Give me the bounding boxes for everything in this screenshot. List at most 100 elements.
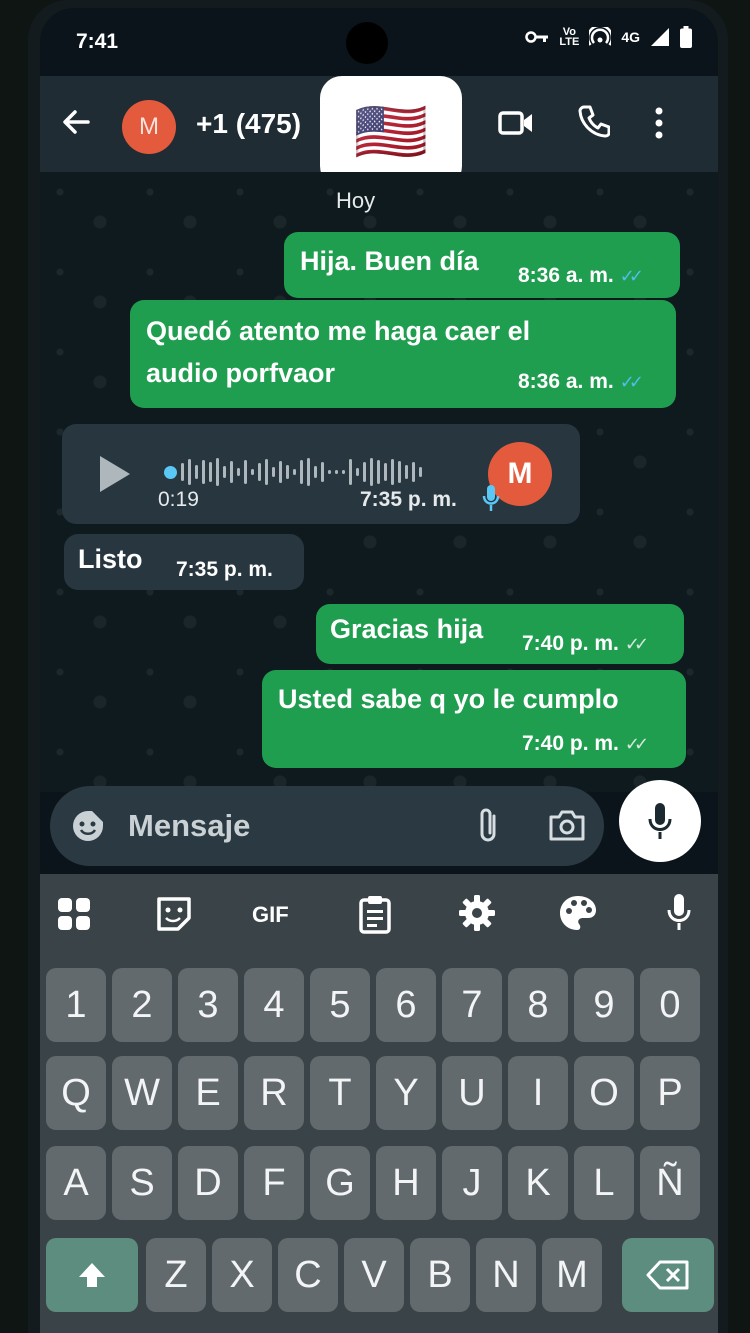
theme-palette-icon[interactable] [558,894,598,932]
voice-message-bubble[interactable]: 0:19 7:35 p. m. M [62,424,580,524]
key-3[interactable]: 3 [178,968,238,1042]
key-enye[interactable]: Ñ [640,1146,700,1220]
key-x[interactable]: X [212,1238,272,1312]
message-bubble-outgoing[interactable]: Hija. Buen día 8:36 a. m. ✓✓ [284,232,680,298]
message-meta: 7:40 p. m. ✓✓ [522,732,649,756]
key-t[interactable]: T [310,1056,370,1130]
backspace-icon [646,1260,689,1290]
key-4[interactable]: 4 [244,968,304,1042]
key-w[interactable]: W [112,1056,172,1130]
key-5[interactable]: 5 [310,968,370,1042]
signal-icon [651,28,669,46]
key-o[interactable]: O [574,1056,634,1130]
key-a[interactable]: A [46,1146,106,1220]
chat-area[interactable]: Hoy Hija. Buen día 8:36 a. m. ✓✓ Quedó a… [40,172,718,792]
key-1[interactable]: 1 [46,968,106,1042]
key-s[interactable]: S [112,1146,172,1220]
key-l[interactable]: L [574,1146,634,1220]
message-bubble-incoming[interactable]: Listo 7:35 p. m. [64,534,304,590]
key-7[interactable]: 7 [442,968,502,1042]
more-options-icon[interactable] [652,106,666,140]
key-e[interactable]: E [178,1056,238,1130]
hotspot-icon [589,27,612,46]
read-ticks-icon: ✓✓ [619,265,644,286]
key-p[interactable]: P [640,1056,700,1130]
message-composer: Mensaje [50,786,604,866]
camera-icon[interactable] [548,808,586,842]
key-h[interactable]: H [376,1146,436,1220]
message-time: 7:35 p. m. [176,558,273,581]
chat-header: M +1 (475) 🇺🇸 [40,76,718,188]
key-i[interactable]: I [508,1056,568,1130]
gif-button[interactable]: GIF [252,902,289,928]
message-meta: 7:40 p. m. ✓✓ [522,632,649,656]
shift-arrow-icon [79,1263,105,1287]
key-0[interactable]: 0 [640,968,700,1042]
key-u[interactable]: U [442,1056,502,1130]
message-text: Listo [78,544,143,574]
phone-call-icon[interactable] [578,104,610,138]
message-input[interactable]: Mensaje [128,808,250,844]
waveform-progress-dot [164,465,177,479]
key-2[interactable]: 2 [112,968,172,1042]
apps-grid-icon[interactable] [56,896,92,932]
key-d[interactable]: D [178,1146,238,1220]
voice-time: 7:35 p. m. [360,488,457,511]
delivered-ticks-icon: ✓✓ [624,633,649,654]
contact-avatar[interactable]: M [122,100,176,154]
message-text: Hija. Buen día [300,246,479,276]
contact-name[interactable]: +1 (475) [196,108,301,140]
microphone-icon [648,803,672,839]
camera-hole [346,22,388,64]
message-meta: 8:36 a. m. ✓✓ [518,370,644,394]
sticker-keyboard-icon[interactable] [156,896,192,932]
us-flag-emoji: 🇺🇸 [353,98,429,165]
voice-record-button[interactable] [619,780,701,862]
screen: 7:41 Vo LTE 4G M +1 (475) 🇺🇸 Hoy Hija. B… [40,8,718,1333]
delivered-ticks-icon: ✓✓ [624,733,649,754]
key-g[interactable]: G [310,1146,370,1220]
sticker-icon[interactable] [70,808,106,844]
key-b[interactable]: B [410,1238,470,1312]
keyboard-toolbar: GIF [40,874,718,954]
key-k[interactable]: K [508,1146,568,1220]
status-time: 7:41 [76,30,119,53]
key-j[interactable]: J [442,1146,502,1220]
keyboard: GIF 1 2 3 4 5 6 7 8 9 0 Q W E R T Y U I … [40,874,718,1333]
message-time: 8:36 a. m. [518,264,614,287]
voice-duration: 0:19 [158,488,199,511]
key-n[interactable]: N [476,1238,536,1312]
network-label: 4G [621,29,640,45]
key-v[interactable]: V [344,1238,404,1312]
key-6[interactable]: 6 [376,968,436,1042]
day-separator: Hoy [336,188,376,213]
status-icons: Vo LTE 4G [525,26,692,48]
key-m[interactable]: M [542,1238,602,1312]
key-9[interactable]: 9 [574,968,634,1042]
status-bar: 7:41 Vo LTE 4G [40,8,718,76]
shift-key[interactable] [46,1238,138,1312]
settings-gear-icon[interactable] [458,894,496,932]
key-8[interactable]: 8 [508,968,568,1042]
volte-indicator: Vo LTE [559,27,579,48]
message-bubble-outgoing[interactable]: Quedó atento me haga caer el audio porfv… [130,300,676,408]
message-text-line-1: Quedó atento me haga caer el [146,316,531,346]
message-time: 7:40 p. m. [522,732,619,755]
voice-waveform[interactable] [164,458,422,486]
key-f[interactable]: F [244,1146,304,1220]
key-z[interactable]: Z [146,1238,206,1312]
message-text: Usted sabe q yo le cumplo [278,684,619,714]
message-bubble-outgoing[interactable]: Gracias hija 7:40 p. m. ✓✓ [316,604,684,664]
key-c[interactable]: C [278,1238,338,1312]
back-arrow-icon[interactable] [60,106,92,138]
message-bubble-outgoing[interactable]: Usted sabe q yo le cumplo 7:40 p. m. ✓✓ [262,670,686,768]
video-call-icon[interactable] [498,108,534,138]
key-y[interactable]: Y [376,1056,436,1130]
key-r[interactable]: R [244,1056,304,1130]
voice-typing-mic-icon[interactable] [666,892,692,932]
play-icon[interactable] [98,454,132,494]
key-q[interactable]: Q [46,1056,106,1130]
clipboard-icon[interactable] [358,894,392,934]
attach-icon[interactable] [474,806,502,846]
backspace-key[interactable] [622,1238,714,1312]
